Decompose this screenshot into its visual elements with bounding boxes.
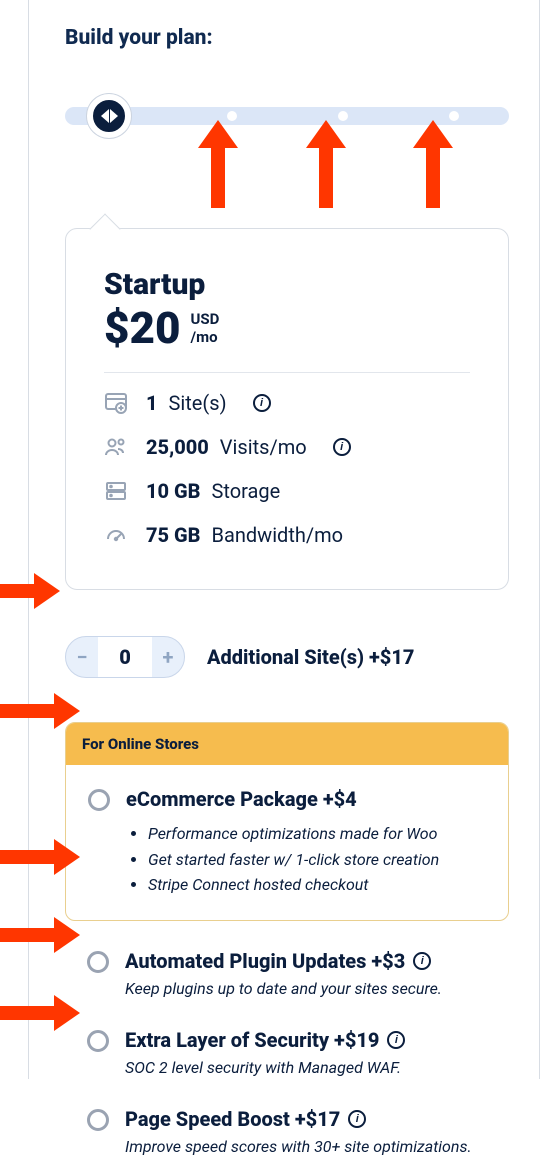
additional-sites-label: Additional Site(s) +$17 [207,645,414,669]
annotation-arrow-right [0,924,80,946]
spec-value: 1 [146,391,158,415]
card-pointer [89,213,120,244]
info-icon[interactable]: i [253,394,271,412]
addon-automated-plugin-updates[interactable]: Automated Plugin Updates +$3 i Keep plug… [87,949,509,998]
price-meta: USD /mo [191,306,220,346]
bullet: Stripe Connect hosted checkout [148,872,486,898]
spec-value: 75 GB [146,523,201,547]
currency-label: USD [191,310,220,328]
divider [104,372,470,373]
annotation-arrow-right [0,1002,80,1024]
ecommerce-card: For Online Stores eCommerce Package +$4 … [65,722,509,921]
spec-unit: Visits/mo [220,435,307,459]
slider-handle[interactable] [87,94,131,138]
plan-builder-panel: Build your plan: Startup $20 USD /mo [28,0,540,1079]
section-heading: Build your plan: [65,26,509,50]
addon-desc: Keep plugins up to date and your sites s… [125,979,505,998]
stepper-minus[interactable]: − [66,637,98,677]
annotation-arrow-right [0,700,80,722]
ecommerce-addon[interactable]: eCommerce Package +$4 Performance optimi… [66,765,508,920]
spec-storage: 10 GB Storage [104,469,470,513]
stepper-plus[interactable]: + [152,637,184,677]
spec-visits: 25,000 Visits/mo i [104,425,470,469]
annotation-arrow-right [0,846,80,868]
annotation-arrow-up [206,120,230,208]
chevron-left-icon [101,109,109,123]
addon-title: Automated Plugin Updates +$3 [125,949,405,973]
plan-price: $20 [104,306,181,350]
annotation-arrow-right [0,580,60,602]
info-icon[interactable]: i [333,438,351,456]
addon-title: Page Speed Boost +$17 [125,1107,340,1131]
radio-unchecked[interactable] [87,1109,109,1131]
info-icon[interactable]: i [413,952,431,970]
radio-unchecked[interactable] [87,1030,109,1052]
server-icon [104,479,128,503]
plan-name: Startup [104,267,470,302]
spec-bandwidth: 75 GB Bandwidth/mo [104,513,470,557]
spec-sites: 1 Site(s) i [104,381,470,425]
stepper-value: 0 [98,637,152,677]
info-icon[interactable]: i [387,1031,405,1049]
addon-page-speed-boost[interactable]: Page Speed Boost +$17 i Improve speed sc… [87,1107,509,1156]
addon-desc: SOC 2 level security with Managed WAF. [125,1058,505,1077]
additional-sites-row: − 0 + Additional Site(s) +$17 [65,636,509,678]
radio-unchecked[interactable] [87,951,109,973]
info-icon[interactable]: i [348,1110,366,1128]
annotation-arrow-up [314,120,338,208]
users-icon [104,435,128,459]
browser-add-icon [104,391,128,415]
annotation-arrow-up [421,120,445,208]
chevron-right-icon [110,109,118,123]
ecommerce-banner: For Online Stores [66,723,508,765]
price-row: $20 USD /mo [104,306,470,350]
plan-card: Startup $20 USD /mo 1 Site(s) i [65,228,509,590]
spec-value: 25,000 [146,435,209,459]
gauge-icon [104,523,128,547]
addon-extra-security[interactable]: Extra Layer of Security +$19 i SOC 2 lev… [87,1028,509,1077]
ecommerce-bullets: Performance optimizations made for Woo G… [126,821,486,898]
spec-unit: Storage [212,479,281,503]
spec-unit: Bandwidth/mo [212,523,344,547]
bullet: Get started faster w/ 1-click store crea… [148,847,486,873]
addon-desc: Improve speed scores with 30+ site optim… [125,1137,505,1156]
site-count-stepper[interactable]: − 0 + [65,636,185,678]
spec-unit: Site(s) [169,391,227,415]
addon-title: Extra Layer of Security +$19 [125,1028,379,1052]
addons-list: Automated Plugin Updates +$3 i Keep plug… [65,949,509,1156]
bullet: Performance optimizations made for Woo [148,821,486,847]
spec-value: 10 GB [146,479,201,503]
addon-title: eCommerce Package +$4 [126,787,486,811]
radio-unchecked[interactable] [88,789,110,811]
period-label: /mo [191,328,220,346]
